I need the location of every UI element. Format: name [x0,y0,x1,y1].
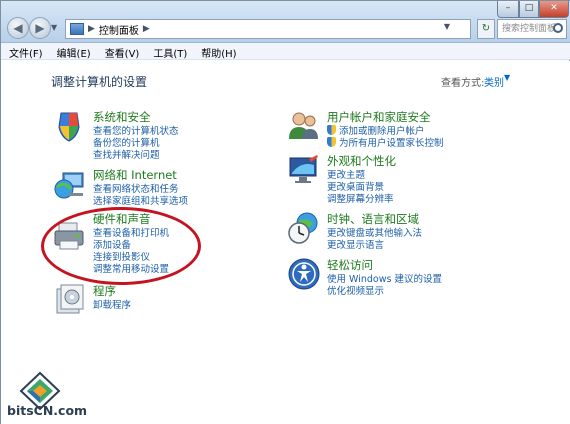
address-dropdown-icon[interactable]: ▼ [444,22,450,31]
monitor-icon[interactable] [287,153,321,187]
breadcrumb[interactable]: 控制面板 [99,22,139,37]
control-panel-window: ◀ ▶ ▼ ▶ 控制面板 ▶ ▼ ↻ 搜索控制面板 – □ ✕ 文件(F) 编辑… [0,0,570,424]
view-by-label: 查看方式: [441,78,485,89]
annotation-ellipse [41,207,201,285]
link-uninstall-program[interactable]: 卸载程序 [93,297,131,311]
search-icon[interactable] [553,23,563,33]
menu-file[interactable]: 文件(F) [1,43,49,60]
globe-network-icon[interactable] [53,167,87,201]
uac-shield-icon [327,137,336,147]
link-optimize-visual-display[interactable]: 优化视频显示 [327,283,384,297]
chevron-right-icon[interactable]: ▶ [143,24,150,34]
link-homegroup-sharing[interactable]: 选择家庭组和共享选项 [93,193,188,207]
search-input[interactable]: 搜索控制面板 [497,19,567,39]
control-panel-icon [70,23,84,35]
uac-shield-icon [327,125,336,135]
menu-tools[interactable]: 工具(T) [145,43,193,60]
menu-edit[interactable]: 编辑(E) [49,43,97,60]
watermark-text: bitsCN.com [7,403,88,418]
link-parental-controls[interactable]: 为所有用户设置家长控制 [327,135,444,149]
shield-flag-icon[interactable] [53,109,87,143]
menu-view[interactable]: 查看(V) [97,43,146,60]
address-bar[interactable]: ▶ 控制面板 ▶ ▼ [65,19,471,39]
maximize-button[interactable]: □ [519,1,539,18]
forward-button[interactable]: ▶ [29,17,51,39]
title-bar: ◀ ▶ ▼ ▶ 控制面板 ▶ ▼ ↻ 搜索控制面板 – □ ✕ [1,1,570,43]
minimize-button[interactable]: – [497,1,519,18]
accessibility-icon[interactable] [287,257,321,291]
link-display-language[interactable]: 更改显示语言 [327,237,384,251]
view-by-dropdown[interactable]: 类别 [484,74,504,89]
close-button[interactable]: ✕ [539,1,569,18]
link-label[interactable]: 为所有用户设置家长控制 [339,138,444,149]
link-troubleshoot[interactable]: 查找并解决问题 [93,147,160,161]
programs-icon[interactable] [53,283,87,317]
users-icon[interactable] [287,109,321,143]
page-title: 调整计算机的设置 [51,75,148,89]
menu-help[interactable]: 帮助(H) [193,43,242,60]
link-screen-resolution[interactable]: 调整屏幕分辨率 [327,191,394,205]
refresh-button[interactable]: ↻ [477,19,495,39]
chevron-right-icon[interactable]: ▶ [88,24,95,34]
recent-pages-dropdown[interactable]: ▼ [51,23,61,33]
back-button[interactable]: ◀ [7,17,29,39]
search-placeholder: 搜索控制面板 [502,24,557,34]
menu-bar: 文件(F) 编辑(E) 查看(V) 工具(T) 帮助(H) [1,43,570,60]
chevron-down-icon[interactable]: ▼ [504,73,510,82]
clock-globe-icon[interactable] [287,211,321,245]
